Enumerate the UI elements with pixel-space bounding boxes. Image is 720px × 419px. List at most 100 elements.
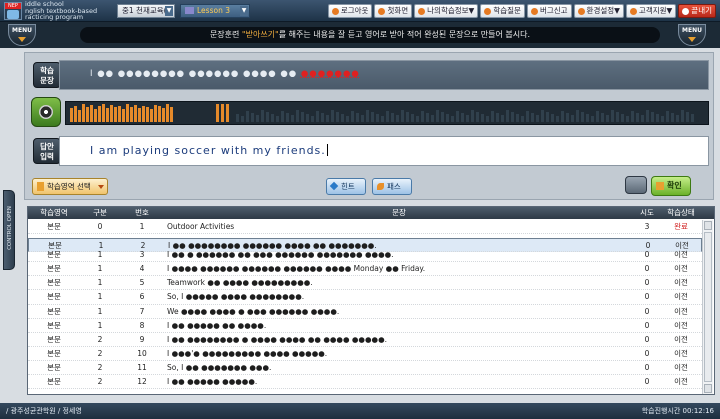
control-open-tab[interactable]: CONTROL OPEN [3, 190, 15, 270]
waveform-bar [138, 108, 141, 122]
col-division[interactable]: 구분 [80, 207, 120, 219]
speaker-icon [39, 105, 53, 119]
waveform-bar [78, 110, 81, 122]
area-select-button[interactable]: 학습영역 선택 [32, 178, 108, 195]
question-button[interactable]: 학습질문 [480, 4, 525, 18]
support-icon [629, 7, 637, 15]
menu-button-left[interactable]: MENU [8, 24, 36, 46]
waveform-bar [671, 113, 674, 122]
waveform-bar [301, 112, 304, 122]
waveform-bar [681, 110, 684, 122]
scroll-down-arrow[interactable] [704, 384, 712, 393]
table-row[interactable]: 본문 2 12 I ●● ●●●●● ●●●●●. 0 이전 [28, 375, 702, 390]
logout-button[interactable]: 로그아웃 [327, 4, 373, 18]
elapsed-time: 학습진행시간 00:12:16 [641, 407, 714, 415]
col-tries[interactable]: 시도 [634, 207, 660, 219]
row-number: 3 [139, 250, 145, 260]
home-button[interactable]: 첫화면 [374, 4, 413, 18]
chevron-down-icon: ▼ [240, 6, 248, 16]
menu-left-label: MENU [12, 27, 32, 34]
row-area: 본문 [47, 264, 61, 274]
audio-waveform[interactable] [65, 101, 709, 125]
waveform-bar [226, 104, 229, 122]
lesson-select[interactable]: Lesson 3 ▼ [180, 4, 250, 18]
confirm-button[interactable]: 확인 [651, 176, 691, 196]
pass-icon [377, 183, 384, 190]
table-row[interactable]: 본문 2 11 So, I ●● ●●●●●●● ●●●. 0 이전 [28, 361, 702, 376]
waveform-bar [94, 109, 97, 122]
lesson-select-value: Lesson 3 [197, 6, 230, 15]
waveform-bar [271, 114, 274, 122]
waveform-bar [641, 115, 644, 122]
col-number[interactable]: 번호 [120, 207, 164, 219]
col-sentence[interactable]: 문장 [164, 207, 634, 219]
waveform-bar [606, 115, 609, 122]
table-row[interactable]: 본문 1 8 I ●● ●●●●● ●● ●●●●. 0 이전 [28, 319, 702, 333]
table-row[interactable]: 본문 1 5 Teamwork ●● ●●●● ●●●●●●●●●. 0 이전 [28, 276, 702, 291]
speaker-button[interactable] [31, 97, 61, 127]
menu-button-right[interactable]: MENU [678, 24, 706, 46]
row-tries: 0 [644, 292, 650, 302]
waveform-bar [526, 111, 529, 122]
scroll-up-arrow[interactable] [704, 221, 712, 230]
book-select[interactable]: 중1 천재교육( ▼ [117, 4, 175, 18]
waveform-bar [98, 106, 101, 122]
answer-input[interactable]: I am playing soccer with my friends. [59, 136, 709, 166]
col-status[interactable]: 학습상태 [660, 207, 702, 219]
table-row[interactable]: 본문 0 1 Outdoor Activities 3 완료 [28, 220, 702, 235]
waveform-bar [396, 115, 399, 122]
exit-button[interactable]: 끝내기 [678, 4, 716, 18]
record-button[interactable] [625, 176, 647, 194]
waveform-bar [551, 114, 554, 122]
table-row[interactable]: 본문 1 4 I ●●●● ●●●●●● ●●●●●● ●●●●●● ●●●● Mon… [28, 262, 702, 277]
row-tries: 0 [644, 348, 650, 358]
chevron-down-icon [688, 37, 696, 42]
scroll-thumb[interactable] [704, 232, 712, 382]
table-row[interactable]: 본문 2 10 I ●●●'● ●●●●●●●●● ●●●● ●●●●●. 0 이전 [28, 347, 702, 361]
instruction-highlight: "받아쓰기" [241, 30, 279, 39]
waveform-bar [326, 115, 329, 122]
row-number: 6 [139, 292, 145, 302]
waveform-bar [341, 114, 344, 122]
nep-logo: NEP [4, 2, 22, 20]
book-select-value: 중1 천재교육( [122, 6, 167, 15]
waveform-bar [276, 116, 279, 122]
my-info-button[interactable]: 나의학습정보▼ [414, 4, 479, 18]
hint-button[interactable]: 힌트 [326, 178, 366, 195]
info-icon [418, 7, 426, 15]
waveform-bar [371, 112, 374, 122]
row-sentence: Teamwork ●● ●●●● ●●●●●●●●●. [167, 278, 313, 288]
my-info-label: 나의학습정보▼ [427, 6, 475, 15]
waveform-bar [130, 107, 133, 122]
row-tries: 0 [644, 250, 650, 260]
waveform-bar [166, 104, 169, 122]
hint-label: 힌트 [341, 182, 355, 191]
exit-label: 끝내기 [691, 6, 712, 15]
waveform-bar [516, 114, 519, 122]
waveform-bar [316, 111, 319, 122]
waveform-bar [110, 105, 113, 122]
table-row[interactable]: 본문 1 6 So, I ●●●●● ●●●● ●●●●●●●●. 0 이전 [28, 290, 702, 305]
waveform-bar [90, 105, 93, 122]
waveform-bar [86, 107, 89, 122]
col-area[interactable]: 학습영역 [28, 207, 80, 219]
table-row[interactable]: 본문 1 7 We ●●●● ●●●● ● ●●● ●●●●●● ●●●●. 0 이전 [28, 305, 702, 319]
row-number: 4 [139, 264, 145, 274]
support-button[interactable]: 고객지원▼ [625, 4, 677, 18]
waveform-bar [511, 112, 514, 122]
table-header: 학습영역 구분 번호 문장 시도 학습상태 [28, 207, 714, 219]
home-icon [378, 7, 386, 15]
table-row[interactable]: 본문 2 9 I ●● ●●●●●●●● ● ●●●● ●●●● ●● ●●●● ●●… [28, 333, 702, 347]
waveform-bar [586, 114, 589, 122]
waveform-bar [616, 112, 619, 122]
waveform-bar [162, 108, 165, 122]
row-status: 이전 [674, 250, 688, 260]
table-scrollbar[interactable] [702, 220, 713, 394]
table-row[interactable]: 본문 1 3 I ●● ● ●●●●●● ●● ●●● ●●●●●● ●●●●●●● … [28, 248, 702, 263]
settings-button[interactable]: 환경설정▼ [573, 4, 624, 18]
pass-button[interactable]: 패스 [372, 178, 412, 195]
waveform-bar [291, 115, 294, 122]
gear-icon [577, 7, 585, 15]
top-button-group: 로그아웃 첫화면 나의학습정보▼ 학습질문 버그신고 환경설정▼ 고객지원▼ 끝… [327, 4, 716, 18]
bug-report-button[interactable]: 버그신고 [526, 4, 572, 18]
